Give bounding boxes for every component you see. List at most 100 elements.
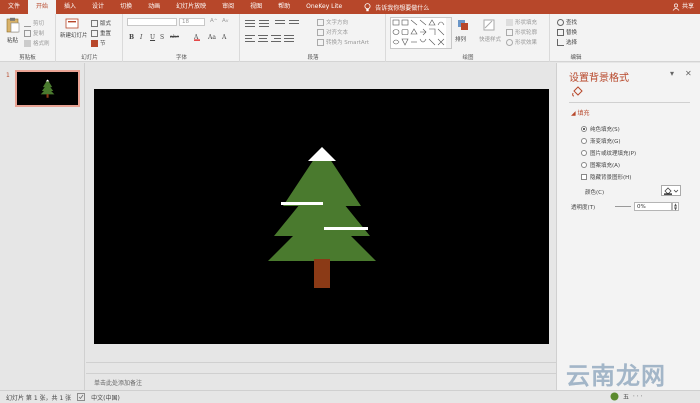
- decrease-font-button[interactable]: Av: [222, 18, 228, 24]
- find-button[interactable]: 查找: [557, 18, 577, 26]
- tab-onekey[interactable]: OneKey Lite: [298, 0, 350, 14]
- ribbon: 粘贴 剪切 复制 格式刷 剪贴板 新建幻灯片 版式 重置 节 幻灯片 18 A ^…: [0, 14, 700, 62]
- tab-home[interactable]: 开始: [28, 0, 57, 14]
- section-button[interactable]: 节: [91, 39, 106, 47]
- quick-styles-button[interactable]: 快速样式: [479, 35, 501, 43]
- align-text-button[interactable]: 对齐文本: [317, 28, 348, 36]
- copy-icon: [24, 29, 31, 37]
- bold-button[interactable]: B: [129, 34, 134, 41]
- slide-thumbnail[interactable]: [15, 70, 80, 107]
- fill-section-header[interactable]: ◢ 填充: [571, 108, 590, 117]
- format-painter-button[interactable]: 格式刷: [24, 39, 50, 47]
- reset-icon: [91, 29, 98, 37]
- shapes-gallery[interactable]: [390, 17, 452, 49]
- italic-button[interactable]: I: [140, 34, 142, 41]
- panel-options-icon[interactable]: ▾: [670, 69, 674, 78]
- shape-effects-button[interactable]: 形状效果: [506, 38, 537, 46]
- tab-review[interactable]: 审阅: [214, 0, 242, 14]
- arrange-icon[interactable]: [457, 19, 469, 31]
- smartart-button[interactable]: 转换为 SmartArt: [317, 38, 369, 46]
- replace-button[interactable]: 替换: [557, 28, 577, 36]
- gradient-fill-radio[interactable]: [581, 138, 587, 144]
- watermark-logo: 云南龙网: [566, 361, 666, 390]
- text-direction-icon: [317, 18, 324, 26]
- thumbnail-tree-image: [18, 72, 77, 105]
- paste-icon[interactable]: [6, 17, 20, 33]
- paragraph-group: 文字方向 对齐文本 转换为 SmartArt 段落: [241, 14, 386, 62]
- ribbon-tab-bar: 文件 开始 插入 设计 切换 动画 幻灯片放映 审阅 视图 帮助 OneKey …: [0, 0, 700, 14]
- clipboard-group-label: 剪贴板: [19, 55, 36, 61]
- horizontal-divider: [86, 362, 556, 363]
- arrange-button[interactable]: 排列: [455, 35, 466, 43]
- transparency-spinner[interactable]: ▲ ▼: [672, 202, 679, 211]
- tell-me-box[interactable]: 告诉我你想要做什么: [364, 2, 429, 12]
- svg-text:A: A: [221, 34, 227, 41]
- shape-fill-button[interactable]: 形状填充: [506, 18, 537, 26]
- lightbulb-icon: [364, 2, 371, 11]
- tab-help[interactable]: 帮助: [270, 0, 298, 14]
- solid-fill-radio[interactable]: [581, 126, 587, 132]
- new-slide-button[interactable]: 新建幻灯片: [60, 33, 88, 40]
- cursor-icon: [557, 38, 564, 46]
- snow-strip-right: [324, 227, 368, 230]
- strikethrough-button[interactable]: abc: [170, 34, 179, 40]
- copy-button[interactable]: 复制: [24, 29, 44, 37]
- picture-fill-radio[interactable]: [581, 150, 587, 156]
- color-picker-button[interactable]: [661, 185, 681, 196]
- language-indicator[interactable]: 中文(中国): [91, 393, 120, 402]
- slide-thumbnail-pane: [0, 63, 85, 390]
- paint-bucket-icon: [664, 186, 679, 195]
- tab-slideshow[interactable]: 幻灯片放映: [168, 0, 214, 14]
- transparency-input[interactable]: 0%: [634, 202, 672, 211]
- shape-outline-button[interactable]: 形状轮廓: [506, 28, 537, 36]
- align-icons[interactable]: [245, 34, 305, 42]
- tree-trunk: [314, 259, 330, 288]
- spellcheck-icon[interactable]: [77, 393, 86, 401]
- select-button[interactable]: 选择: [557, 38, 577, 46]
- tab-view[interactable]: 视图: [242, 0, 270, 14]
- paste-label[interactable]: 粘贴: [7, 36, 18, 44]
- status-bar: 幻灯片 第 1 张，共 1 张 中文(中国): [0, 390, 700, 403]
- paint-bucket-icon: [506, 18, 513, 26]
- increase-font-button[interactable]: A ^: [210, 18, 218, 24]
- tab-file[interactable]: 文件: [0, 0, 28, 14]
- hide-background-checkbox[interactable]: [581, 174, 587, 180]
- picture-fill-option[interactable]: 图片或纹理填充(P): [581, 149, 636, 157]
- tab-insert[interactable]: 插入: [56, 0, 84, 14]
- underline-button[interactable]: U: [150, 34, 155, 41]
- hide-background-option[interactable]: 隐藏背景图形(H): [581, 173, 631, 181]
- notes-pane[interactable]: 单击此处添加备注: [86, 373, 556, 390]
- font-group: 18 A ^ Av B I U S abc A Aa A 字体: [124, 14, 240, 62]
- reset-button[interactable]: 重置: [91, 29, 111, 37]
- fill-bucket-icon[interactable]: [571, 86, 583, 98]
- notes-placeholder: 单击此处添加备注: [94, 380, 143, 387]
- share-button[interactable]: 共享: [672, 0, 694, 14]
- quick-styles-icon[interactable]: [483, 19, 495, 31]
- layout-button[interactable]: 版式: [91, 19, 111, 27]
- tab-transitions[interactable]: 切换: [112, 0, 140, 14]
- pattern-fill-radio[interactable]: [581, 162, 587, 168]
- list-icons[interactable]: [245, 19, 305, 27]
- new-slide-icon[interactable]: [65, 17, 79, 31]
- gradient-fill-option[interactable]: 渐变填充(G): [581, 137, 621, 145]
- paragraph-group-label: 段落: [307, 55, 319, 61]
- smartart-icon: [317, 38, 324, 46]
- slide-canvas[interactable]: [94, 89, 549, 344]
- transparency-slider[interactable]: [615, 206, 631, 207]
- shadow-button[interactable]: S: [160, 34, 164, 41]
- text-direction-button[interactable]: 文字方向: [317, 18, 348, 26]
- cut-button[interactable]: 剪切: [24, 19, 44, 27]
- align-text-icon: [317, 28, 324, 36]
- font-size-select[interactable]: 18: [179, 18, 205, 26]
- snow-strip-left: [281, 202, 323, 205]
- font-color-icon[interactable]: A Aa A: [194, 33, 234, 41]
- close-icon[interactable]: ✕: [685, 69, 692, 78]
- font-name-select[interactable]: [127, 18, 177, 26]
- tab-design[interactable]: 设计: [84, 0, 112, 14]
- font-group-label: 字体: [175, 55, 187, 61]
- ime-circle-icon: [610, 392, 619, 401]
- tab-animations[interactable]: 动画: [140, 0, 168, 14]
- slide-count: 幻灯片 第 1 张，共 1 张: [6, 394, 72, 402]
- solid-fill-option[interactable]: 纯色填充(S): [581, 125, 620, 133]
- pattern-fill-option[interactable]: 图案填充(A): [581, 161, 620, 169]
